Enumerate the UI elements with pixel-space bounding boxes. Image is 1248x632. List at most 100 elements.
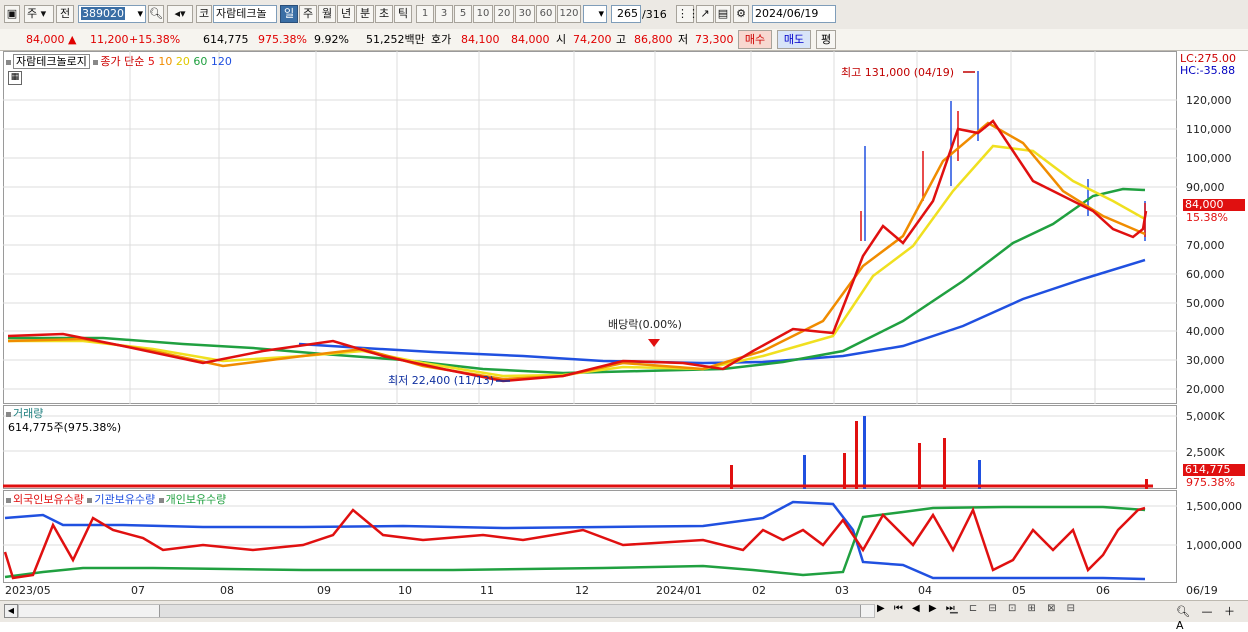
tab-period-second[interactable]: 초 (375, 5, 393, 23)
sell-button[interactable]: 매도 (777, 30, 811, 49)
legend-square-icon (93, 59, 99, 65)
interval-30[interactable]: 30 (515, 5, 535, 23)
x-tick: 05 (1012, 584, 1026, 597)
tab-period-minute[interactable]: 분 (356, 5, 374, 23)
y-tick: 20,000 (1186, 383, 1225, 396)
holdings-y-tick: 1,000,000 (1186, 539, 1242, 552)
stock-code-input[interactable]: 389020 ▾ (78, 5, 146, 23)
tab-period-tick[interactable]: 틱 (394, 5, 412, 23)
zoom-icon[interactable]: ⋮⋮ (676, 5, 699, 23)
grid-icon[interactable]: ▦ (8, 71, 22, 85)
ma-label: 종가 단순 (100, 55, 145, 68)
low-annotation: 최저 22,400 (11/13) (388, 374, 494, 387)
volume-value: 614,775 (203, 33, 249, 46)
current-price-tag: 84,000 (1183, 199, 1245, 211)
x-tick: 2023/05 (5, 584, 51, 597)
bid-price-2: 84,000 (511, 33, 550, 46)
ma-20-line (8, 144, 1146, 378)
price-legend: 자람테크놀로지 종가 단순 5 10 20 60 120 (6, 53, 232, 69)
scroll-left-icon[interactable]: ◀ (4, 604, 18, 618)
x-tick: 06 (1096, 584, 1110, 597)
volume-y-tick: 2,500K (1186, 446, 1225, 459)
bid-label: 호가 (431, 33, 452, 46)
interval-1[interactable]: 1 (416, 5, 434, 23)
interval-custom-select[interactable]: ▾ (583, 5, 607, 23)
bid-price-1: 84,100 (461, 33, 500, 46)
ma-120-label: 120 (210, 55, 232, 68)
date-input[interactable]: 2024/06/19 (752, 5, 836, 23)
buy-button[interactable]: 매수 (738, 30, 772, 49)
tab-period-day[interactable]: 일 (280, 5, 298, 23)
legend-square-icon (158, 497, 164, 503)
volume-chart-svg[interactable] (3, 405, 1177, 489)
draw-tool-icon[interactable]: ↗ (696, 5, 714, 23)
legend-square-icon (6, 411, 11, 417)
low-label: 저 (678, 33, 689, 46)
y-tick: 100,000 (1186, 152, 1232, 165)
ma-60-label: 60 (193, 55, 208, 68)
ma-10-line (7, 121, 1146, 381)
stock-name-badge: 코 (196, 5, 212, 23)
x-tick-last: 06/19 (1186, 584, 1218, 597)
count-input[interactable]: 265 (611, 5, 641, 23)
volume-info: 614,775주(975.38%) (8, 421, 122, 434)
search-icon[interactable]: 🔍︎ (148, 5, 164, 23)
tab-period-year[interactable]: 년 (337, 5, 355, 23)
ma-5-line (7, 119, 1148, 383)
high-label: 고 (616, 33, 627, 46)
y-tick: 30,000 (1186, 354, 1225, 367)
open-label: 시 (556, 33, 567, 46)
volume-bars (730, 416, 1148, 489)
save-icon[interactable]: ▤ (715, 5, 731, 23)
stock-name-field: 자람테크놀 (213, 5, 277, 23)
tab-period-month[interactable]: 월 (318, 5, 336, 23)
horizontal-scrollbar[interactable] (18, 604, 875, 618)
gear-icon[interactable]: ⚙ (733, 5, 749, 23)
individual-line (4, 505, 1146, 579)
volume-ratio: 975.38% (258, 33, 307, 46)
x-tick: 03 (835, 584, 849, 597)
interval-120[interactable]: 120 (557, 5, 581, 23)
price-chart-svg[interactable]: 최고 131,000 (04/19) 최저 22,400 (11/13) 배당락… (3, 51, 1177, 404)
chart-menu-icon[interactable]: ▣ (4, 5, 20, 23)
ma-60-line (8, 187, 1146, 375)
y-tick: 50,000 (1186, 297, 1225, 310)
prev-button[interactable]: 전 (56, 5, 74, 23)
tab-period-week[interactable]: 주 (299, 5, 317, 23)
interval-3[interactable]: 3 (435, 5, 453, 23)
legend-individual: 개인보유수량 (165, 493, 227, 506)
sound-icon[interactable]: ◂▾ (167, 5, 193, 23)
dividend-annotation: 배당락(0.00%) (608, 318, 682, 331)
zoom-controls[interactable]: 🔍︎ — ＋ A (1176, 603, 1248, 632)
avg-button[interactable]: 평 (816, 30, 836, 49)
x-tick: 08 (220, 584, 234, 597)
x-tick: 02 (752, 584, 766, 597)
legend-foreign: 외국인보유수량 (13, 493, 84, 506)
y-tick: 70,000 (1186, 239, 1225, 252)
market-select[interactable]: 주 ▾ (24, 5, 54, 23)
legend-square-icon (6, 497, 11, 503)
low-price: 73,300 (695, 33, 734, 46)
tool-icons[interactable]: ▁ ⊏ ⊟ ⊡ ⊞ ⊠ ⊟ (950, 603, 1079, 614)
y-tick: 60,000 (1186, 268, 1225, 281)
ma-120-line (298, 258, 1146, 365)
open-price: 74,200 (573, 33, 612, 46)
high-price: 86,800 (634, 33, 673, 46)
legend-square-icon (6, 59, 11, 65)
x-tick: 2024/01 (656, 584, 702, 597)
volume-value-tag: 614,775 (1183, 464, 1245, 476)
current-price: 84,000 ▲ (26, 33, 77, 46)
ma-5-label: 5 (147, 55, 155, 68)
nav-controls[interactable]: ▶ ⏮ ◀ ▶ ⏭ (877, 603, 958, 614)
high-annotation: 최고 131,000 (04/19) (841, 66, 954, 79)
ma-20-label: 20 (175, 55, 190, 68)
interval-10[interactable]: 10 (473, 5, 493, 23)
y-tick: 110,000 (1186, 123, 1232, 136)
scroll-thumb[interactable] (159, 605, 861, 617)
main-toolbar: ▣ 주 ▾ 전 389020 ▾ 🔍︎ ◂▾ 코 자람테크놀 일 주 월 년 분 … (0, 0, 1248, 30)
interval-20[interactable]: 20 (494, 5, 514, 23)
interval-5[interactable]: 5 (454, 5, 472, 23)
ma-10-label: 10 (158, 55, 173, 68)
interval-60[interactable]: 60 (536, 5, 556, 23)
current-pct-tag: 15.38% (1186, 211, 1228, 224)
